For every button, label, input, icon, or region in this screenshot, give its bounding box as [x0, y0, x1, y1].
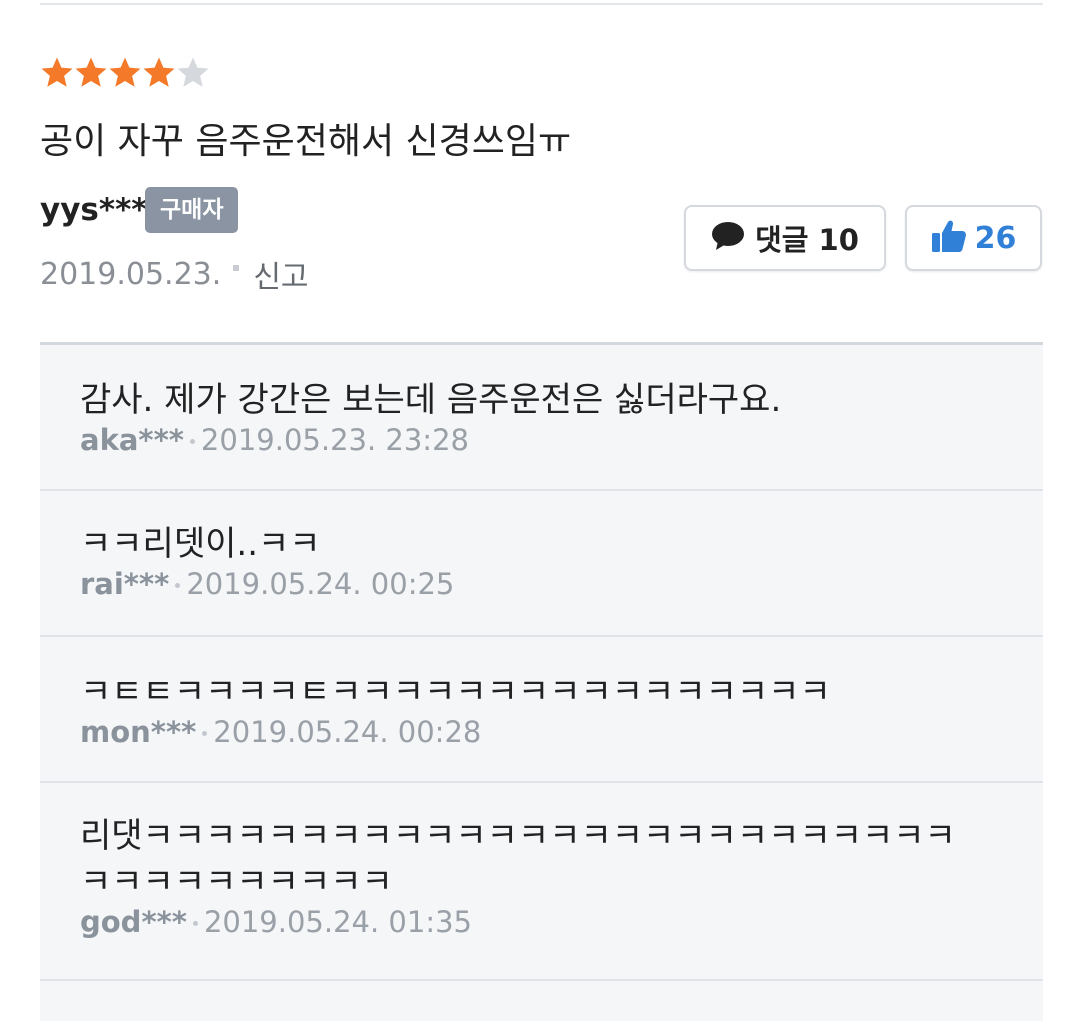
- thumbs-up-icon: [931, 219, 967, 257]
- comment-item: ㅋㅌㅌㅋㅋㅋㅋㅌㅋㅋㅋㅋㅋㅋㅋㅋㅋㅋㅋㅋㅋㅋㅋㅋ mon*** 2019.05.2…: [40, 637, 1043, 783]
- comment-text: 리댓ㅋㅋㅋㅋㅋㅋㅋㅋㅋㅋㅋㅋㅋㅋㅋㅋㅋㅋㅋㅋㅋㅋㅋㅋㅋㅋㅋㅋㅋㅋㅋㅋㅋㅋㅋㅋ: [80, 816, 956, 902]
- comment-author: rai***: [80, 567, 170, 601]
- review-meta: 2019.05.23. 신고: [40, 252, 309, 296]
- comment-meta: aka*** 2019.05.23. 23:28: [80, 423, 1043, 457]
- comment-datetime: 2019.05.24. 01:35: [203, 905, 472, 939]
- star-filled-icon: [143, 57, 175, 87]
- comment-item: [40, 981, 1043, 1021]
- star-filled-icon: [41, 57, 73, 87]
- review-author: yys***: [40, 192, 148, 228]
- report-link[interactable]: 신고: [253, 252, 308, 296]
- comment-author: god***: [80, 905, 187, 939]
- comment-list: 감사. 제가 강간은 보는데 음주운전은 싫더라구요. aka*** 2019.0…: [40, 342, 1043, 1021]
- comment-item: 리댓ㅋㅋㅋㅋㅋㅋㅋㅋㅋㅋㅋㅋㅋㅋㅋㅋㅋㅋㅋㅋㅋㅋㅋㅋㅋㅋㅋㅋㅋㅋㅋㅋㅋㅋㅋㅋ g…: [40, 783, 1043, 981]
- comment-datetime: 2019.05.24. 00:28: [213, 715, 482, 749]
- separator-dot: [189, 439, 195, 444]
- review-text: 공이 자꾸 음주운전해서 신경쓰임ㅠ: [40, 121, 572, 162]
- comment-meta: mon*** 2019.05.24. 00:28: [80, 715, 1043, 749]
- comment-button[interactable]: 댓글 10: [684, 205, 886, 271]
- comment-text: ㅋㅌㅌㅋㅋㅋㅋㅌㅋㅋㅋㅋㅋㅋㅋㅋㅋㅋㅋㅋㅋㅋㅋㅋ: [80, 672, 831, 712]
- star-filled-icon: [75, 57, 107, 87]
- comment-button-label: 댓글 10: [755, 223, 859, 257]
- comment-text: 감사. 제가 강간은 보는데 음주운전은 싫더라구요.: [80, 380, 782, 420]
- star-empty-icon: [177, 57, 209, 87]
- separator-dot: [192, 921, 198, 926]
- comment-author: aka***: [80, 423, 184, 457]
- buyer-badge: 구매자: [145, 187, 239, 233]
- comment-datetime: 2019.05.23. 23:28: [200, 423, 469, 457]
- star-filled-icon: [109, 57, 141, 87]
- like-count: 26: [974, 220, 1017, 256]
- divider: [40, 3, 1043, 5]
- comment-item: 감사. 제가 강간은 보는데 음주운전은 싫더라구요. aka*** 2019.0…: [40, 345, 1043, 491]
- comment-text: ㅋㅋ리뎃이..ㅋㅋ: [80, 524, 321, 564]
- review-date: 2019.05.23.: [40, 256, 222, 292]
- like-button[interactable]: 26: [905, 205, 1042, 271]
- separator-dot: [202, 731, 208, 736]
- comment-item: ㅋㅋ리뎃이..ㅋㅋ rai*** 2019.05.24. 00:25: [40, 491, 1043, 637]
- comment-author: mon***: [80, 715, 197, 749]
- separator-dot: [175, 583, 181, 588]
- comment-datetime: 2019.05.24. 00:25: [186, 567, 455, 601]
- speech-bubble-icon: [711, 221, 745, 255]
- star-rating: [40, 56, 210, 90]
- separator-dot: [233, 265, 240, 271]
- comment-meta: rai*** 2019.05.24. 00:25: [80, 567, 1043, 601]
- comment-meta: god*** 2019.05.24. 01:35: [80, 905, 1043, 939]
